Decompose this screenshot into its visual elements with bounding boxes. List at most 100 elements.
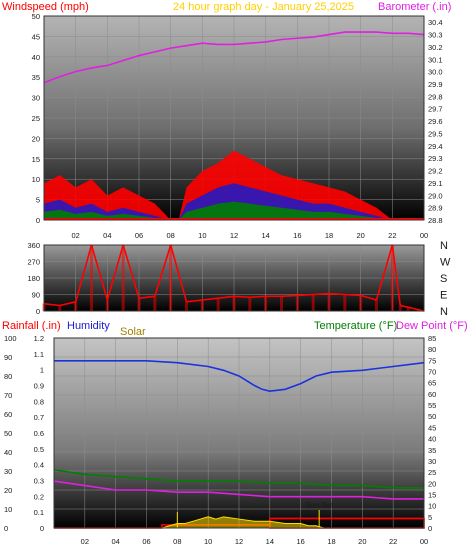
x-tick: 18	[325, 231, 333, 240]
x-tick: 10	[198, 231, 206, 240]
y-tick-right: 55	[428, 401, 436, 410]
x-tick: 02	[81, 537, 89, 546]
direction-bar	[359, 295, 363, 311]
direction-bar	[295, 295, 299, 311]
y-tick-outer: 10	[4, 505, 12, 514]
y-tick-left: 0	[36, 307, 40, 316]
y-tick-right: 30.0	[428, 68, 443, 77]
direction-bar	[105, 300, 109, 311]
direction-bar	[375, 300, 378, 311]
humidity-axis-title: Humidity	[67, 320, 110, 332]
y-tick-right: 35	[428, 446, 436, 455]
y-tick-left: 5	[36, 196, 40, 205]
y-tick-inner: 0.3	[34, 477, 44, 486]
direction-bar	[232, 296, 236, 311]
direction-bar	[169, 245, 173, 311]
y-tick-right: 45	[428, 423, 436, 432]
y-tick-left: 35	[32, 73, 40, 82]
y-tick-left: 50	[32, 12, 40, 21]
y-tick-right: 28.9	[428, 204, 443, 213]
y-tick-right: 40	[428, 435, 436, 444]
compass-label: N	[440, 240, 448, 252]
x-tick: 04	[111, 537, 119, 546]
y-tick-right: 15	[428, 490, 436, 499]
y-tick-inner: 1.2	[34, 334, 44, 343]
x-tick: 20	[356, 231, 364, 240]
y-tick-left: 15	[32, 155, 40, 164]
sunset-label: Sun Set	[305, 501, 334, 510]
x-tick: 20	[358, 537, 366, 546]
y-tick-right: 5	[428, 513, 432, 522]
direction-bar	[137, 298, 141, 311]
direction-bar	[343, 294, 347, 311]
y-tick-right: 29.3	[428, 154, 443, 163]
y-tick-inner: 0.7	[34, 413, 44, 422]
direction-bar	[311, 294, 315, 311]
x-tick: 02	[71, 231, 79, 240]
direction-bar	[200, 300, 204, 311]
x-tick: 22	[388, 231, 396, 240]
y-tick-inner: 0.9	[34, 382, 44, 391]
y-tick-inner: 0	[40, 524, 44, 533]
x-tick: 12	[230, 231, 238, 240]
y-tick-right: 65	[428, 379, 436, 388]
y-tick-outer: 80	[4, 372, 12, 381]
y-tick-inner: 0.6	[34, 429, 44, 438]
windspeed-axis-title: Windspeed (mph)	[2, 1, 89, 13]
y-tick-right: 30.2	[428, 43, 443, 52]
direction-bar	[74, 301, 78, 311]
graph-title: 24 hour graph day - January 25,2025	[173, 1, 354, 13]
direction-bar	[216, 298, 220, 311]
y-tick-right: 29.4	[428, 142, 443, 151]
y-tick-left: 20	[32, 134, 40, 143]
direction-segment	[233, 295, 250, 299]
direction-segment	[344, 293, 361, 297]
x-tick: 08	[173, 537, 181, 546]
y-tick-right: 29.5	[428, 129, 443, 138]
direction-segment	[328, 292, 345, 296]
x-tick: 10	[204, 537, 212, 546]
x-tick: 00	[420, 231, 428, 240]
y-tick-right: 29.7	[428, 105, 443, 114]
direction-segment	[313, 292, 330, 296]
y-tick-inner: 0.4	[34, 461, 44, 470]
y-tick-right: 60	[428, 390, 436, 399]
y-tick-right: 29.9	[428, 80, 443, 89]
y-tick-right: 10	[428, 502, 436, 511]
temperature-axis-title: Temperature (°F)	[314, 320, 397, 332]
y-tick-right: 29.2	[428, 167, 443, 176]
direction-bar	[264, 296, 268, 311]
y-tick-outer: 60	[4, 410, 12, 419]
direction-segment	[281, 294, 298, 298]
dewpoint-axis-title: Dew Point (°F)	[396, 320, 468, 332]
y-tick-left: 180	[27, 274, 40, 283]
rainfall-axis-title: Rainfall (.in)	[2, 320, 61, 332]
y-tick-outer: 20	[4, 486, 12, 495]
y-tick-inner: 0.1	[34, 508, 44, 517]
y-tick-inner: 0.5	[34, 445, 44, 454]
x-tick: 08	[166, 231, 174, 240]
x-tick: 04	[103, 231, 111, 240]
y-tick-right: 29.8	[428, 92, 443, 101]
direction-bar	[406, 307, 410, 311]
y-tick-right: 25	[428, 468, 436, 477]
x-tick: 14	[266, 537, 274, 546]
y-tick-right: 0	[428, 524, 432, 533]
x-tick: 22	[389, 537, 397, 546]
solar-axis-title: Solar	[120, 326, 146, 338]
y-tick-left: 90	[32, 291, 40, 300]
y-tick-outer: 40	[4, 448, 12, 457]
direction-bar	[121, 245, 125, 311]
x-tick: 18	[327, 537, 335, 546]
direction-segment	[249, 295, 266, 299]
y-tick-left: 360	[27, 241, 40, 250]
y-tick-right: 30.4	[428, 18, 443, 27]
x-tick: 16	[296, 537, 304, 546]
y-tick-right: 70	[428, 368, 436, 377]
direction-bar	[58, 305, 62, 311]
direction-bar	[90, 245, 93, 311]
barometer-axis-title: Barometer (.in)	[378, 1, 451, 13]
y-tick-left: 270	[27, 258, 40, 267]
direction-bar	[327, 293, 331, 311]
y-tick-right: 30.1	[428, 55, 443, 64]
